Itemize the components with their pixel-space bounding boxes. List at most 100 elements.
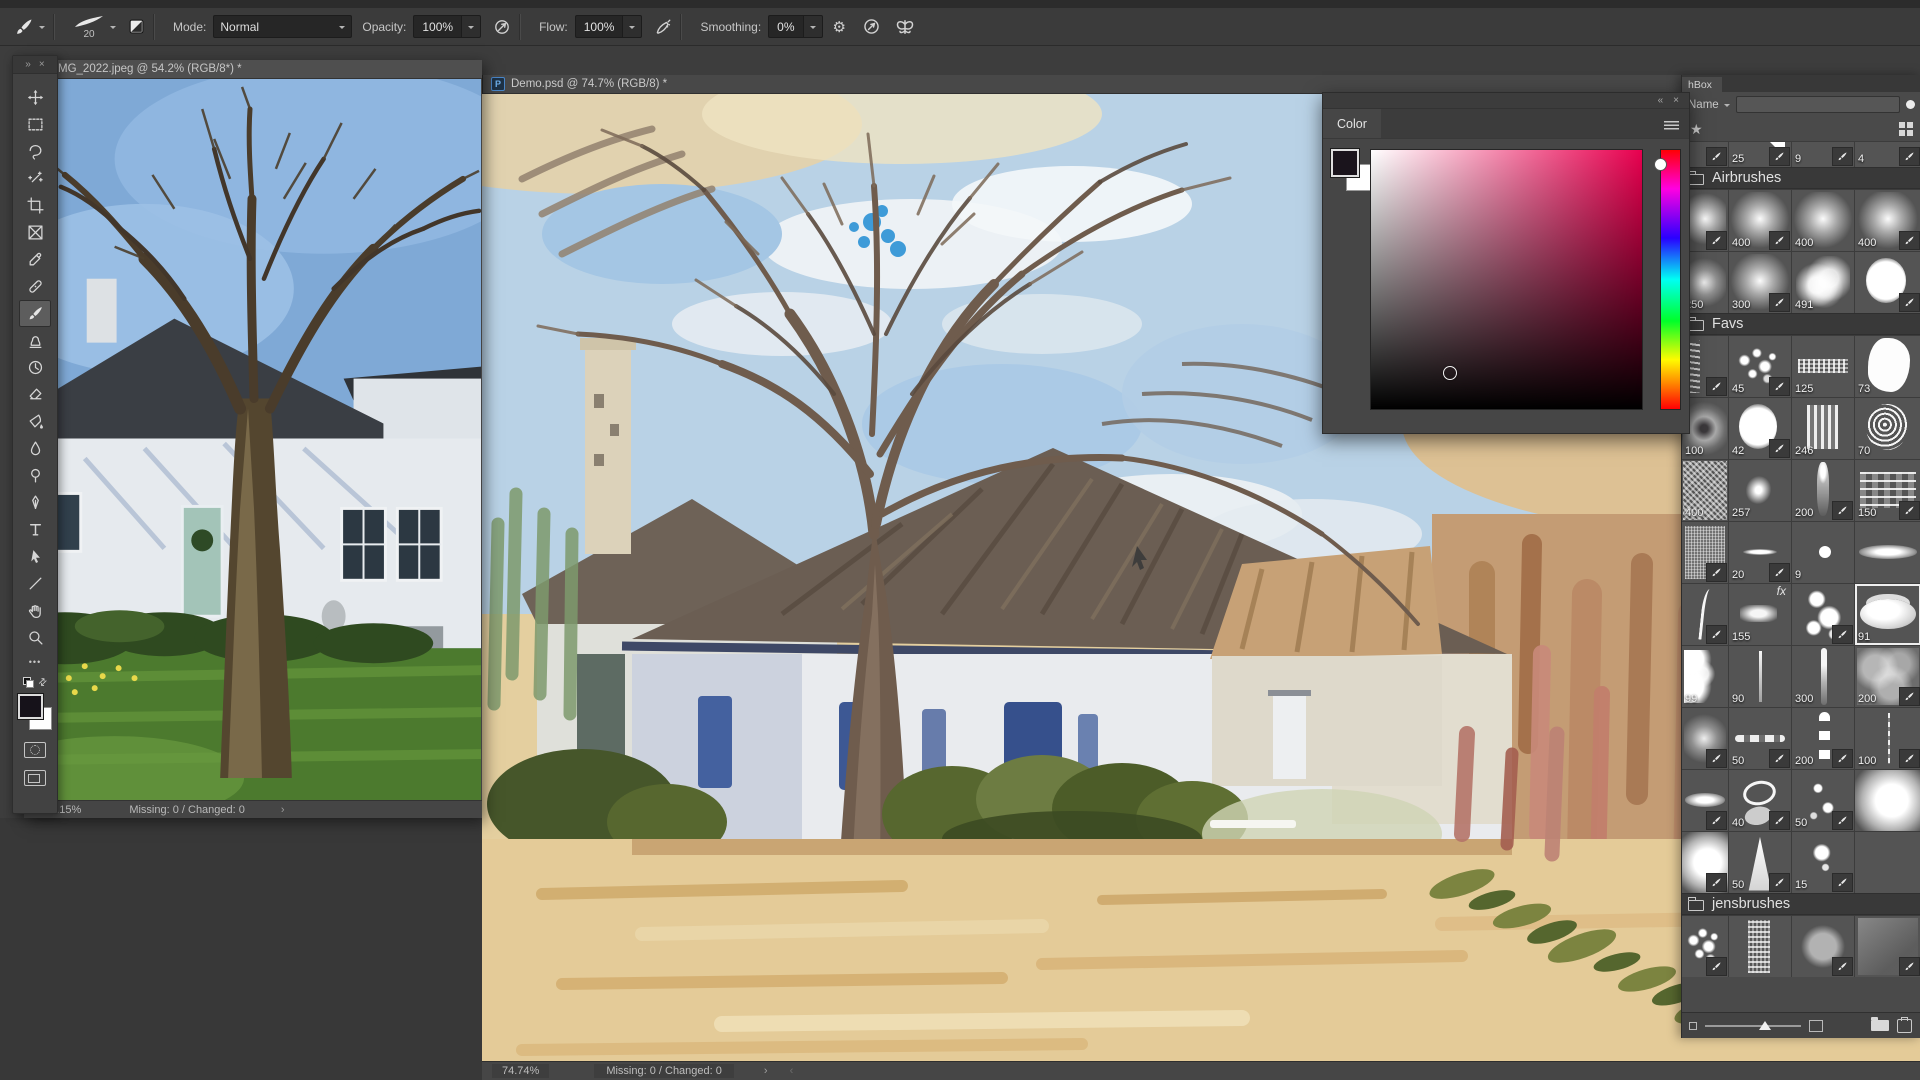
- record-dot-icon[interactable]: [1906, 100, 1915, 109]
- brush-tile[interactable]: 400: [1682, 460, 1728, 521]
- close-panel-icon[interactable]: ×: [1673, 95, 1679, 106]
- brush-tile[interactable]: 4: [1855, 142, 1920, 167]
- brush-tile[interactable]: [1855, 522, 1920, 583]
- brush-tile[interactable]: 42: [1729, 398, 1791, 459]
- brush-tile[interactable]: 200: [1792, 708, 1854, 769]
- brush-tile[interactable]: [1792, 584, 1854, 645]
- toolbox-close-icon[interactable]: ×: [39, 59, 45, 70]
- brush-tile[interactable]: [1682, 916, 1728, 977]
- brush-tile[interactable]: 15: [1792, 832, 1854, 893]
- chevron-down-icon[interactable]: [1724, 104, 1730, 110]
- brush-preset-dropdown-arrow[interactable]: [110, 26, 116, 32]
- brush-tile[interactable]: 50: [1729, 832, 1791, 893]
- brush-tile[interactable]: 400: [1855, 190, 1920, 251]
- hand-tool[interactable]: [19, 597, 51, 624]
- brush-tile[interactable]: 50: [1729, 708, 1791, 769]
- eraser-tool[interactable]: [19, 381, 51, 408]
- zoom-level[interactable]: 74.74%: [492, 1064, 549, 1078]
- brush-tile[interactable]: 70: [1855, 398, 1920, 459]
- swap-colors-icon[interactable]: ⇄: [36, 676, 50, 690]
- flow-value[interactable]: 100%: [575, 15, 624, 38]
- blend-mode-select[interactable]: Normal: [213, 15, 352, 38]
- thumbnail-size-slider[interactable]: [1705, 1025, 1801, 1027]
- chevron-right-icon[interactable]: ›: [764, 1065, 768, 1077]
- brush-tile[interactable]: [1855, 770, 1920, 831]
- smoothing-value[interactable]: 0%: [768, 15, 803, 38]
- hue-slider-marker[interactable]: [1654, 158, 1667, 171]
- screen-mode-icon[interactable]: [24, 770, 46, 786]
- brush-tile[interactable]: 9: [1792, 142, 1854, 167]
- healing-brush-tool[interactable]: [19, 273, 51, 300]
- brush-tile[interactable]: [1682, 584, 1728, 645]
- brush-tile[interactable]: 90: [1729, 646, 1791, 707]
- chevron-left-icon[interactable]: ‹: [790, 1065, 794, 1077]
- brush-tile[interactable]: 40: [1729, 770, 1791, 831]
- pressure-opacity-icon[interactable]: [493, 18, 511, 36]
- reference-photo[interactable]: [25, 79, 481, 800]
- brush-folder-header[interactable]: Favs: [1682, 313, 1920, 335]
- brush-tile[interactable]: 99: [1682, 646, 1728, 707]
- brush-folder-header[interactable]: jensbrushes: [1682, 893, 1920, 915]
- brush-tile[interactable]: [1729, 916, 1791, 977]
- clone-stamp-tool[interactable]: [19, 327, 51, 354]
- brush-tile[interactable]: 125: [1792, 336, 1854, 397]
- path-select-tool[interactable]: [19, 543, 51, 570]
- brush-tool[interactable]: [19, 300, 51, 327]
- opacity-dropdown[interactable]: [462, 15, 481, 38]
- brush-search-input[interactable]: [1736, 96, 1900, 113]
- brush-tile[interactable]: [1792, 916, 1854, 977]
- brushbox-tab[interactable]: hBox: [1682, 77, 1722, 92]
- brush-angle-icon[interactable]: [862, 17, 881, 36]
- symmetry-butterfly-icon[interactable]: [895, 17, 915, 37]
- dodge-tool[interactable]: [19, 462, 51, 489]
- hue-slider[interactable]: [1660, 149, 1681, 410]
- brush-tile[interactable]: 246: [1792, 398, 1854, 459]
- collapse-panel-icon[interactable]: «: [1658, 95, 1664, 106]
- type-tool[interactable]: [19, 516, 51, 543]
- airbrush-icon[interactable]: [654, 18, 672, 36]
- chevron-right-icon[interactable]: ›: [281, 804, 285, 816]
- brush-tile[interactable]: 200: [1855, 646, 1920, 707]
- favorites-star-icon[interactable]: ★: [1690, 121, 1703, 138]
- smoothing-dropdown[interactable]: [804, 15, 823, 38]
- brush-tile[interactable]: 257: [1729, 460, 1791, 521]
- quick-mask-icon[interactable]: [24, 742, 46, 758]
- brush-tile[interactable]: [1682, 708, 1728, 769]
- brush-tile[interactable]: [1855, 916, 1920, 977]
- color-panel-tab[interactable]: Color: [1323, 109, 1381, 138]
- brush-tile[interactable]: 73: [1855, 336, 1920, 397]
- brush-folder-header[interactable]: Airbrushes: [1682, 167, 1920, 189]
- brush-tile[interactable]: 400: [1729, 190, 1791, 251]
- frame-tool[interactable]: [19, 219, 51, 246]
- color-picker-ring[interactable]: [1443, 366, 1457, 380]
- brush-tile[interactable]: 45: [1729, 336, 1791, 397]
- crop-tool[interactable]: [19, 192, 51, 219]
- saturation-brightness-field[interactable]: [1370, 149, 1643, 410]
- brush-tile[interactable]: [1682, 522, 1728, 583]
- foreground-color-swatch[interactable]: [18, 694, 43, 719]
- smudge-tool[interactable]: [19, 435, 51, 462]
- line-tool[interactable]: [19, 570, 51, 597]
- foreground-color-swatch[interactable]: [1331, 149, 1359, 177]
- gradient-tool[interactable]: [19, 408, 51, 435]
- brush-tile[interactable]: [1682, 832, 1728, 893]
- brush-tile[interactable]: 25: [1729, 142, 1791, 167]
- flow-dropdown[interactable]: [623, 15, 642, 38]
- slider-thumb[interactable]: [1759, 1021, 1771, 1030]
- brush-tile[interactable]: 300: [1729, 252, 1791, 313]
- brush-tile[interactable]: 491: [1792, 252, 1854, 313]
- brush-tool-dropdown-arrow[interactable]: [39, 26, 45, 32]
- brush-tile[interactable]: 9: [1792, 522, 1854, 583]
- brush-tile[interactable]: 400: [1792, 190, 1854, 251]
- brush-tool-icon[interactable]: [14, 17, 34, 37]
- opacity-value[interactable]: 100%: [413, 15, 462, 38]
- foreground-background-swatches[interactable]: [18, 694, 52, 730]
- lasso-tool[interactable]: [19, 138, 51, 165]
- brush-tile[interactable]: 91: [1855, 584, 1920, 645]
- brush-tile[interactable]: 150: [1855, 460, 1920, 521]
- panel-color-swatches[interactable]: [1331, 149, 1375, 193]
- brush-preset-picker[interactable]: 20: [73, 14, 105, 39]
- marquee-tool[interactable]: [19, 111, 51, 138]
- grid-view-icon[interactable]: [1899, 122, 1913, 136]
- history-brush-tool[interactable]: [19, 354, 51, 381]
